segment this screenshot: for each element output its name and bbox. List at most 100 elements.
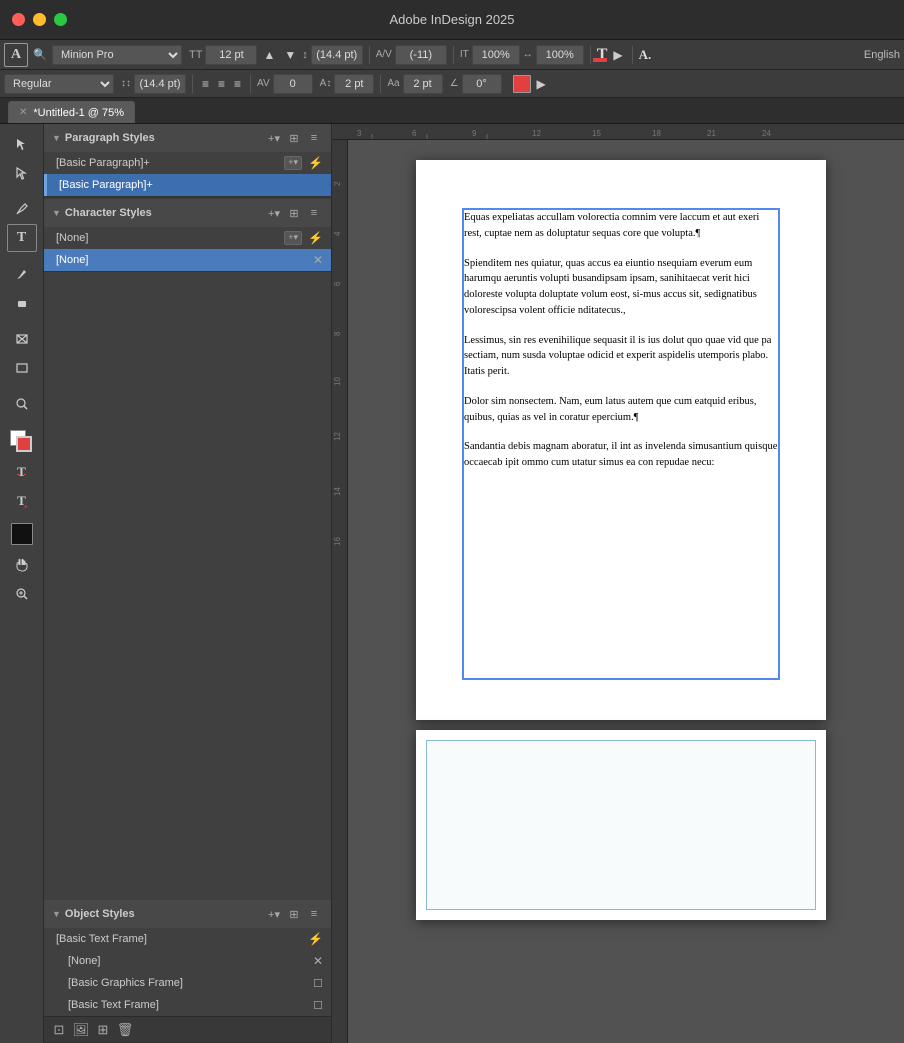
object-styles-title: Object Styles [65,908,261,920]
language-label: English [864,49,900,61]
scale2-label: Aa [387,78,399,89]
paragraph-style-item-2[interactable]: [Basic Paragraph]+ [44,174,331,196]
character-styles-collapse-icon: ▼ [52,208,61,218]
obj-bottom-new-btn[interactable]: ⊞ [94,1021,112,1039]
svg-text:21: 21 [707,129,716,138]
character-styles-add-btn[interactable]: +▾ [265,204,283,222]
type-on-path-tool[interactable]: T [7,458,37,486]
color-expand[interactable]: ▶ [610,46,625,64]
scale-v-input[interactable] [472,45,520,65]
object-styles-menu-btn[interactable]: ≡ [305,905,323,923]
character-styles-actions: +▾ ⊞ ≡ [265,204,323,222]
angle-input[interactable] [462,74,502,94]
character-styles-header[interactable]: ▼ Character Styles +▾ ⊞ ≡ [44,199,331,227]
font-style-select[interactable]: Regular [4,74,114,94]
object-style-none[interactable]: [None] ✕ [44,950,331,972]
character-styles-menu-btn[interactable]: ≡ [305,204,323,222]
paragraph-styles-menu-btn[interactable]: ≡ [305,129,323,147]
font-size-down[interactable]: ▼ [281,46,299,64]
paragraph-styles-collapse-icon: ▼ [52,133,61,143]
char-item-badge: +▾ [284,231,302,245]
type-on-path-tool2[interactable]: T+ [7,487,37,515]
paragraph-styles-section: ▼ Paragraph Styles +▾ ⊞ ≡ [Basic Paragra… [44,124,331,197]
character-style-item-none-2[interactable]: [None] ✕ [44,249,331,271]
zoom-tool[interactable] [7,390,37,418]
font-size-icon: TT [189,49,202,61]
object-styles-collapse-icon: ▼ [52,909,61,919]
rectangle-frame-tool[interactable] [7,325,37,353]
hand-tool[interactable] [7,551,37,579]
paragraph-styles-actions: +▾ ⊞ ≡ [265,129,323,147]
obj-bottom-delete-btn[interactable]: 🗑 [116,1021,134,1039]
rectangle-tool[interactable] [7,354,37,382]
paragraph-styles-add-btn[interactable]: +▾ [265,129,283,147]
leading-input[interactable] [311,45,363,65]
paragraph-styles-header[interactable]: ▼ Paragraph Styles +▾ ⊞ ≡ [44,124,331,152]
svg-text:15: 15 [592,129,601,138]
font-size-input[interactable] [205,45,257,65]
stroke-expand[interactable]: ▶ [534,75,549,93]
select-tool[interactable] [7,130,37,158]
obj-bottom-frame-btn[interactable]: ⊡ [50,1021,68,1039]
pencil-tool[interactable] [7,260,37,288]
scale-h-input[interactable] [536,45,584,65]
tab-close-icon[interactable]: ✕ [19,107,27,118]
canvas-scroll-area[interactable]: Equas expeliatas accullam volorectia com… [348,140,904,1043]
paragraph-style-item-1[interactable]: [Basic Paragraph]+ +▾ ⚡ [44,152,331,174]
maximize-button[interactable] [54,13,67,26]
page-with-ruler: 2 4 6 8 10 12 14 16 [332,140,904,1043]
document-tab[interactable]: ✕ *Untitled-1 @ 75% [8,101,135,123]
object-style-basic-text-2[interactable]: [Basic Text Frame] ☐ [44,994,331,1016]
svg-text:12: 12 [532,129,541,138]
english-text: English [864,49,900,61]
paragraph-3: Lessimus, sin res evenihilique sequasit … [464,333,778,380]
tracking-input[interactable] [395,45,447,65]
text-color-group: T [597,46,608,64]
styles-panel: ▼ Paragraph Styles +▾ ⊞ ≡ [Basic Paragra… [44,124,332,1043]
font-size-up[interactable]: ▲ [260,46,278,64]
obj-bottom-picture-btn[interactable]: 🖼 [72,1021,90,1039]
align-right-button[interactable]: ≡ [215,75,228,93]
pen-tool[interactable] [7,195,37,223]
object-style-none-close[interactable]: ✕ [313,954,323,968]
stroke-color-swatch [513,75,531,93]
object-styles-add-btn[interactable]: +▾ [265,905,283,923]
object-style-graphics-icon: ☐ [313,977,323,990]
minimize-button[interactable] [33,13,46,26]
close-button[interactable] [12,13,25,26]
text-color-swatch [593,58,607,62]
text-cursor-pos: a [532,289,537,300]
style-item-1-lightning: ⚡ [308,156,323,170]
svg-text:2: 2 [333,181,342,186]
direct-select-tool[interactable] [7,159,37,187]
object-styles-new-btn[interactable]: ⊞ [285,905,303,923]
paragraph-5: Sandantia debis magnam aboratur, il int … [464,439,778,471]
eraser-tool[interactable] [7,289,37,317]
align-indent-button[interactable]: ≡ [231,75,244,93]
baseline-label: A↕ [320,78,332,89]
kerning-input[interactable] [273,74,313,94]
stroke-box[interactable] [16,436,32,452]
character-style-close-icon[interactable]: ✕ [313,253,323,267]
toolbar-row2: Regular ↕↕ ≡ ≡ ≡ AV A↕ Aa ∠ ▶ [0,70,904,98]
font-family-select[interactable]: Minion Pro [52,45,182,65]
svg-text:6: 6 [412,129,417,138]
tab-title: *Untitled-1 @ 75% [33,107,124,119]
object-style-basic-text[interactable]: [Basic Text Frame] ⚡ [44,928,331,950]
ruler-v-svg: 2 4 6 8 10 12 14 16 [332,140,348,1040]
tracking-label: A/V [376,49,392,60]
paragraph-styles-new-btn[interactable]: ⊞ [285,129,303,147]
style-item-1-badge: +▾ [284,156,302,170]
align-left-button[interactable]: ≡ [199,75,212,93]
char-item-lightning: ⚡ [308,231,323,245]
object-style-basic-text-2-icon: ☐ [313,999,323,1012]
object-styles-header[interactable]: ▼ Object Styles +▾ ⊞ ≡ [44,900,331,928]
leading-input2[interactable] [134,74,186,94]
character-styles-new-btn[interactable]: ⊞ [285,204,303,222]
scale2-input[interactable] [403,74,443,94]
character-style-item-none-1[interactable]: [None] +▾ ⚡ [44,227,331,249]
baseline-input[interactable] [334,74,374,94]
object-style-graphics[interactable]: [Basic Graphics Frame] ☐ [44,972,331,994]
type-tool[interactable]: T [7,224,37,252]
zoom-tool2[interactable] [7,580,37,608]
